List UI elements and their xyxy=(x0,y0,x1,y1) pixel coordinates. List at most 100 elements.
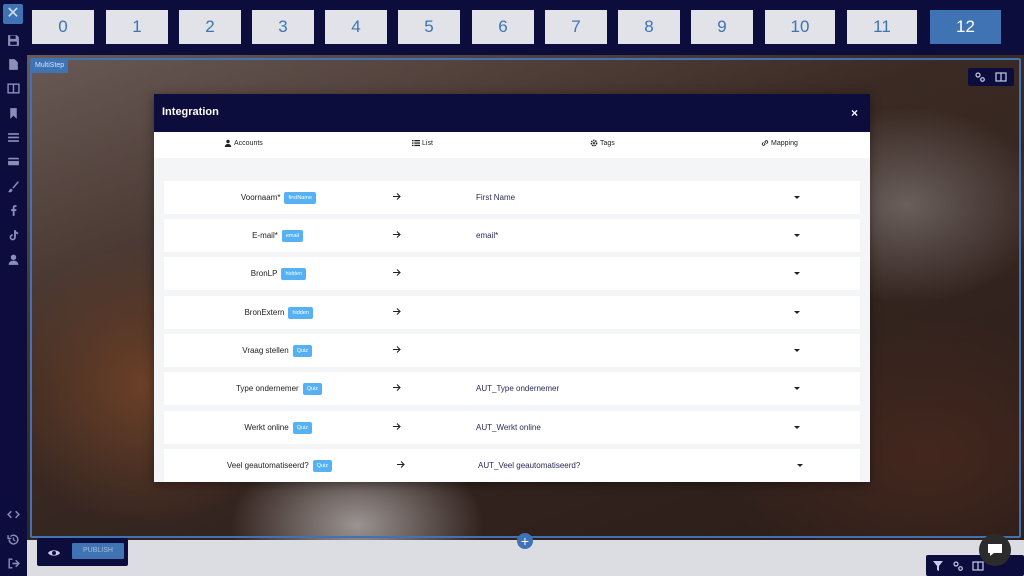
step-9-button[interactable]: 9 xyxy=(691,10,753,44)
field-label: E-mail* xyxy=(252,231,278,240)
step-7-button[interactable]: 7 xyxy=(545,10,607,44)
arrow-right-icon xyxy=(392,383,401,392)
field-type-badge: email xyxy=(281,229,303,242)
tab-accounts-label: Accounts xyxy=(234,139,263,147)
bottom-right-toolbar xyxy=(926,555,1024,576)
history-icon[interactable] xyxy=(7,533,20,546)
facebook-icon[interactable] xyxy=(7,204,20,217)
field-label: Voornaam* xyxy=(240,193,281,202)
mapping-select[interactable]: AUT_Veel geautomatiseerd? xyxy=(478,449,580,482)
list-icon xyxy=(412,140,420,147)
step-11-button[interactable]: 11 xyxy=(847,10,917,44)
publish-bar: PUBLISH xyxy=(37,538,128,566)
field-label: Vraag stellen xyxy=(242,346,289,355)
step-4-button[interactable]: 4 xyxy=(325,10,387,44)
columns-icon[interactable] xyxy=(995,71,1007,83)
arrow-right-icon xyxy=(396,460,405,469)
field-type-badge: Quiz xyxy=(302,382,322,395)
tab-mapping-label: Mapping xyxy=(771,139,798,147)
user-icon xyxy=(224,139,232,147)
tab-tags-label: Tags xyxy=(600,139,615,147)
caret-down-icon[interactable] xyxy=(794,387,800,390)
filter-icon[interactable] xyxy=(932,560,944,572)
field-label: BronExtern xyxy=(244,308,285,317)
columns-icon[interactable] xyxy=(972,560,984,572)
caret-down-icon[interactable] xyxy=(794,311,800,314)
link-icon xyxy=(761,140,769,146)
step-1-button[interactable]: 1 xyxy=(106,10,168,44)
step-3-button[interactable]: 3 xyxy=(252,10,314,44)
logout-icon[interactable] xyxy=(7,557,20,570)
step-10-button[interactable]: 10 xyxy=(765,10,835,44)
caret-down-icon[interactable] xyxy=(794,349,800,352)
field-name: E-mail* email xyxy=(252,219,303,252)
mapping-row: Werkt online Quiz AUT_Werkt online xyxy=(164,411,860,444)
caret-down-icon[interactable] xyxy=(797,464,803,467)
gear-icon xyxy=(590,139,598,147)
close-editor-icon[interactable]: ✕ xyxy=(3,4,23,24)
field-type-badge: hidden xyxy=(281,267,306,280)
mapping-select[interactable]: AUT_Werkt online xyxy=(476,411,541,444)
code-icon[interactable] xyxy=(7,508,20,521)
mapping-select[interactable]: AUT_Type ondernemer xyxy=(476,372,559,405)
caret-down-icon[interactable] xyxy=(794,234,800,237)
caret-down-icon[interactable] xyxy=(794,272,800,275)
tiktok-icon[interactable] xyxy=(7,229,20,242)
field-type-badge: Quiz xyxy=(292,421,312,434)
bookmark-icon[interactable] xyxy=(7,107,20,120)
mapping-list: Voornaam* firstName First Name E-mail* e… xyxy=(154,158,870,482)
arrow-right-icon xyxy=(392,422,401,431)
arrow-right-icon xyxy=(392,230,401,239)
arrow-right-icon xyxy=(392,345,401,354)
step-0-button[interactable]: 0 xyxy=(32,10,94,44)
caret-down-icon[interactable] xyxy=(794,426,800,429)
layout-icon[interactable] xyxy=(7,82,20,95)
field-name: BronLP hidden xyxy=(251,257,306,290)
tab-mapping[interactable]: Mapping xyxy=(761,139,798,147)
step-2-button[interactable]: 2 xyxy=(179,10,241,44)
tab-accounts[interactable]: Accounts xyxy=(224,139,263,147)
field-name: BronExtern hidden xyxy=(244,296,313,329)
user-icon[interactable] xyxy=(7,253,20,266)
page-icon[interactable] xyxy=(7,58,20,71)
step-5-button[interactable]: 5 xyxy=(398,10,460,44)
step-12-button[interactable]: 12 xyxy=(930,10,1001,44)
menu-icon[interactable] xyxy=(7,131,20,144)
step-bar: 0 1 2 3 4 5 6 7 8 9 10 11 12 xyxy=(27,0,1024,55)
field-label: BronLP xyxy=(250,269,278,278)
add-section-button[interactable]: + xyxy=(517,533,533,549)
step-8-button[interactable]: 8 xyxy=(618,10,680,44)
chat-button[interactable] xyxy=(979,534,1011,566)
eye-icon[interactable] xyxy=(47,546,61,558)
field-label: Werkt online xyxy=(244,423,289,432)
mapping-row: BronExtern hidden xyxy=(164,296,860,329)
mapping-select[interactable]: email* xyxy=(476,219,498,252)
field-name: Vraag stellen Quiz xyxy=(242,334,312,367)
caret-down-icon[interactable] xyxy=(794,196,800,199)
tab-list[interactable]: List xyxy=(412,139,433,147)
mapping-row: Veel geautomatiseerd? Quiz AUT_Veel geau… xyxy=(164,449,860,482)
publish-button[interactable]: PUBLISH xyxy=(72,543,124,559)
field-name: Voornaam* firstName xyxy=(241,181,316,214)
tab-tags[interactable]: Tags xyxy=(590,139,615,147)
multistep-label: MultiStep xyxy=(31,59,69,73)
arrow-right-icon xyxy=(392,307,401,316)
modal-title: Integration xyxy=(162,106,219,118)
mapping-select[interactable]: First Name xyxy=(476,181,515,214)
field-name: Veel geautomatiseerd? Quiz xyxy=(227,449,332,482)
arrow-right-icon xyxy=(392,192,401,201)
brush-icon[interactable] xyxy=(7,180,20,193)
settings-icon[interactable] xyxy=(974,71,986,83)
step-6-button[interactable]: 6 xyxy=(472,10,534,44)
mapping-row: Vraag stellen Quiz xyxy=(164,334,860,367)
save-icon[interactable] xyxy=(7,34,20,47)
field-label: Type ondernemer xyxy=(235,384,299,393)
integration-tabs: Accounts List Tags Mapping xyxy=(154,132,870,158)
settings-icon[interactable] xyxy=(952,560,964,572)
chat-icon xyxy=(988,544,1002,556)
field-label: Veel geautomatiseerd? xyxy=(226,461,309,470)
mapping-row: Type ondernemer Quiz AUT_Type ondernemer xyxy=(164,372,860,405)
close-icon[interactable]: × xyxy=(851,106,858,120)
modal-header: Integration × xyxy=(154,94,870,132)
card-icon[interactable] xyxy=(7,155,20,168)
